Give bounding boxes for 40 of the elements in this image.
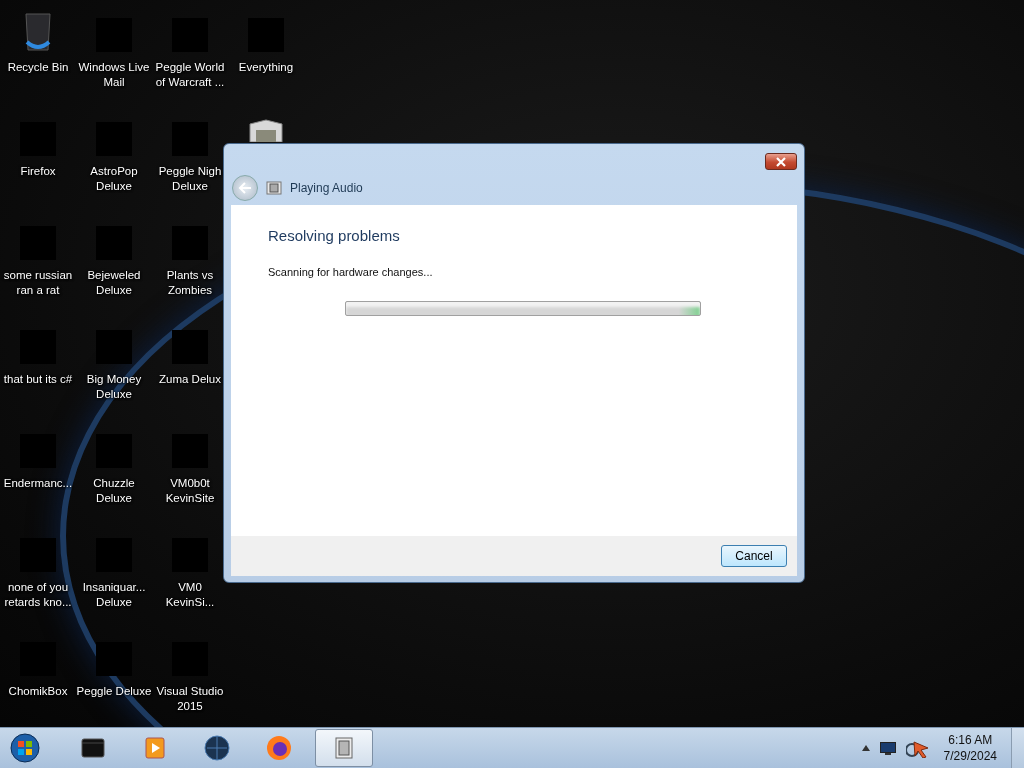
- folder-icon[interactable]: [246, 118, 286, 142]
- desktop-icon-label[interactable]: Bejeweled Deluxe: [87, 268, 141, 298]
- desktop-icon-label[interactable]: Peggle Deluxe: [76, 684, 152, 699]
- desktop-icon-label[interactable]: Plants vs Zombies: [166, 268, 214, 298]
- desktop-icon-label[interactable]: Big Money Deluxe: [86, 372, 142, 402]
- show-hidden-icons-icon[interactable]: [861, 745, 870, 751]
- desktop-icon-label[interactable]: some russian ran a rat: [3, 268, 73, 298]
- desktop-icon-label[interactable]: VM0 KevinSi...: [165, 580, 215, 610]
- clock-time: 6:16 AM: [948, 732, 993, 748]
- desktop-icon-label[interactable]: Chuzzle Deluxe: [93, 476, 135, 506]
- clock[interactable]: 6:16 AM 7/29/2024: [939, 732, 1001, 764]
- show-desktop-button[interactable]: [1011, 728, 1024, 768]
- desktop-icon-label[interactable]: Everything: [238, 60, 294, 75]
- cancel-button[interactable]: Cancel: [721, 545, 787, 567]
- cursor-arrow-icon[interactable]: [905, 738, 930, 758]
- close-button[interactable]: [765, 153, 797, 170]
- status-text: Scanning for hardware changes...: [268, 266, 434, 278]
- monitor-icon[interactable]: [879, 741, 896, 755]
- desktop-icon-label[interactable]: Recycle Bin: [7, 60, 69, 75]
- desktop-icon-label[interactable]: VM0b0t KevinSite: [165, 476, 215, 506]
- page-heading: Resolving problems: [268, 227, 401, 244]
- desktop-icon-label[interactable]: Zuma Delux: [159, 372, 221, 387]
- globe-icon: [202, 733, 232, 763]
- desktop-icon-label[interactable]: Peggle Nigh Deluxe: [158, 164, 222, 194]
- close-icon: [775, 156, 787, 167]
- desktop-icon-label[interactable]: Firefox: [20, 164, 56, 179]
- troubleshooter-icon: [266, 179, 282, 196]
- desktop-icon-label[interactable]: Endermanc...: [3, 476, 73, 491]
- desktop-icon-label[interactable]: Visual Studio 2015: [156, 684, 224, 714]
- desktop-icon-label[interactable]: none of you retards kno...: [4, 580, 72, 610]
- window-title: Playing Audio: [290, 180, 363, 195]
- desktop-icon-label[interactable]: ChomikBox: [8, 684, 68, 699]
- desktop-icon-label[interactable]: Windows Live Mail: [78, 60, 150, 90]
- desktop-icon-label[interactable]: that but its c#: [3, 372, 73, 387]
- back-arrow-icon: [238, 181, 252, 194]
- desktop-icon-label[interactable]: Peggle World of Warcraft ...: [155, 60, 225, 90]
- desktop-icon-label[interactable]: Insaniquar... Deluxe: [82, 580, 146, 610]
- back-button[interactable]: [232, 174, 258, 201]
- desktop-icon-label[interactable]: AstroPop Deluxe: [90, 164, 138, 194]
- clock-date: 7/29/2024: [943, 748, 997, 764]
